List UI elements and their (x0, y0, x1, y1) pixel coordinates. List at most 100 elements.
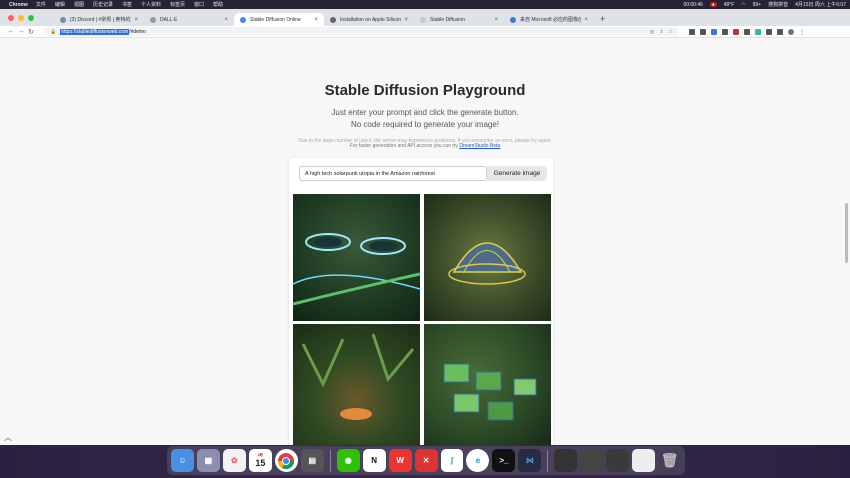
dock-separator (329, 449, 331, 472)
extension-icon[interactable] (689, 28, 695, 35)
close-tab-icon[interactable]: × (494, 17, 498, 23)
address-bar[interactable]: 🔒 https://stablediffusionweb.com /#demo … (44, 27, 679, 36)
extension-icon[interactable] (700, 28, 706, 35)
tab-strip: (3) Discord | #常规 | 奥特的服务...× DALL·E× St… (0, 9, 850, 26)
prompt-input[interactable] (299, 166, 487, 181)
extension-icon[interactable] (733, 28, 739, 35)
recent-window-thumbnail[interactable] (554, 449, 578, 472)
chevron-up-icon[interactable]: ︿ (4, 432, 12, 443)
status-area: 00:00:46 ● 48°F ◠ 99+ 搜狗拼音 4月15日 周六 上午6:… (683, 1, 846, 9)
bookmark-star-icon[interactable]: ☆ (669, 29, 673, 35)
page-viewport: Stable Diffusion Playground Just enter y… (0, 38, 850, 445)
weather-temp: 48°F (723, 1, 735, 8)
close-window-icon[interactable] (8, 14, 14, 21)
wps-icon[interactable]: W (388, 449, 412, 472)
menu-file[interactable]: 文件 (36, 1, 46, 8)
tab-dalle[interactable]: DALL·E × (144, 13, 234, 26)
close-tab-icon[interactable]: × (584, 17, 588, 23)
finder-icon[interactable]: ☺ (171, 449, 194, 472)
dock-separator (547, 449, 549, 472)
terminal-icon[interactable]: >_ (492, 449, 516, 472)
recent-window-thumbnail[interactable] (580, 449, 604, 472)
extension-icon[interactable] (744, 28, 750, 35)
menu-edit[interactable]: 编辑 (55, 1, 65, 8)
sidebar-icon[interactable] (777, 28, 783, 35)
notion-icon[interactable]: N (362, 449, 386, 472)
record-stop-icon[interactable]: ● (709, 2, 717, 7)
forward-icon[interactable]: → (16, 28, 26, 35)
window-controls (4, 9, 34, 26)
extension-icon[interactable] (755, 28, 761, 35)
search-icon (510, 16, 516, 23)
tab-installation[interactable]: Installation on Apple Silicon · A...× (324, 13, 414, 26)
wifi-icon[interactable]: ◠ (741, 2, 745, 8)
github-icon (330, 16, 336, 23)
menubar: Chrome 文件 编辑 视图 历史记录 书签 个人资料 标签页 窗口 帮助 0… (0, 0, 850, 9)
input-method[interactable]: 搜狗拼音 (768, 1, 788, 8)
generated-image-2[interactable] (424, 194, 551, 321)
tab-bing-image-creator[interactable]: 来自 Microsoft 必应的图像创建...× (504, 13, 594, 26)
generate-image-button[interactable]: Generate image (487, 166, 547, 181)
menu-window[interactable]: 窗口 (194, 1, 204, 8)
launchpad-icon[interactable]: ▦ (196, 449, 220, 472)
reload-icon[interactable]: ↻ (26, 28, 36, 36)
back-icon[interactable]: ← (6, 28, 16, 35)
xmind-icon[interactable]: ✕ (414, 449, 438, 472)
menu-tabs[interactable]: 标签页 (170, 1, 185, 8)
generated-image-4[interactable] (424, 324, 551, 445)
close-tab-icon[interactable]: × (224, 17, 228, 23)
close-tab-icon[interactable]: × (404, 17, 408, 23)
dock: ☺ ▦ ✿ 4月 15 ▤ ◉ N W ✕ ʃ e >_ ⋈ 🗑 (167, 446, 685, 475)
google-lens-icon[interactable]: ◎ (650, 29, 654, 35)
url-selected: https://stablediffusionweb.com (60, 28, 130, 35)
extension-icon[interactable] (722, 28, 728, 35)
close-tab-icon[interactable]: × (134, 17, 138, 23)
generated-image-3[interactable] (293, 324, 420, 445)
tab-stable-diffusion-online[interactable]: Stable Diffusion Online × (234, 13, 324, 26)
lock-icon[interactable]: 🔒 (50, 29, 56, 35)
minimize-window-icon[interactable] (18, 14, 24, 21)
menu-help[interactable]: 帮助 (213, 1, 223, 8)
extension-icon[interactable] (711, 28, 717, 35)
dreamstudio-link[interactable]: DreamStudio Beta (459, 143, 500, 149)
profile-avatar[interactable] (788, 28, 794, 35)
menu-history[interactable]: 历史记录 (93, 1, 113, 8)
calculator-icon[interactable]: ▤ (300, 449, 324, 472)
clock[interactable]: 4月15日 周六 上午6:07 (795, 1, 846, 8)
api-notice: For faster generation and API access you… (349, 143, 501, 149)
menu-profile[interactable]: 个人资料 (141, 1, 161, 8)
tab-stable-diffusion[interactable]: Stable Diffusion × (414, 13, 504, 26)
browser-toolbar: ← → ↻ 🔒 https://stablediffusionweb.com /… (0, 26, 850, 38)
app-menu[interactable]: Chrome (9, 2, 28, 8)
dalle-icon (150, 16, 156, 23)
menu-view[interactable]: 视图 (74, 1, 84, 8)
globe-icon (420, 16, 426, 23)
fullscreen-window-icon[interactable] (28, 14, 34, 21)
playground-card: Generate image (289, 158, 553, 445)
calendar-icon[interactable]: 4月 15 (248, 449, 272, 472)
wechat-icon[interactable]: ◉ (336, 449, 360, 472)
page-scrollbar[interactable] (845, 203, 848, 263)
globe-icon (240, 16, 246, 23)
vscode-icon[interactable]: ⋈ (518, 449, 542, 472)
generated-image-1[interactable] (293, 194, 420, 321)
trash-icon[interactable]: 🗑 (658, 449, 681, 472)
url-rest: /#demo (129, 28, 146, 35)
new-tab-button[interactable]: + (600, 13, 605, 26)
photos-icon[interactable]: ✿ (222, 449, 246, 472)
edge-icon[interactable]: e (466, 449, 490, 472)
chrome-icon[interactable] (274, 449, 298, 472)
share-icon[interactable]: ⇧ (659, 29, 663, 35)
discord-icon (60, 16, 66, 23)
wechat-counter[interactable]: 99+ (753, 2, 761, 8)
feather-app-icon[interactable]: ʃ (440, 449, 464, 472)
extensions-bar: ⋮ (689, 28, 805, 36)
puzzle-extensions-icon[interactable] (766, 28, 772, 35)
page-subtitle-1: Just enter your prompt and click the gen… (331, 108, 519, 117)
close-tab-icon[interactable]: × (314, 17, 318, 23)
menu-dots-icon[interactable]: ⋮ (799, 29, 805, 36)
recent-window-thumbnail[interactable] (606, 449, 630, 472)
recent-window-thumbnail[interactable] (632, 449, 656, 472)
tab-discord[interactable]: (3) Discord | #常规 | 奥特的服务...× (54, 13, 144, 26)
menu-bookmarks[interactable]: 书签 (122, 1, 132, 8)
